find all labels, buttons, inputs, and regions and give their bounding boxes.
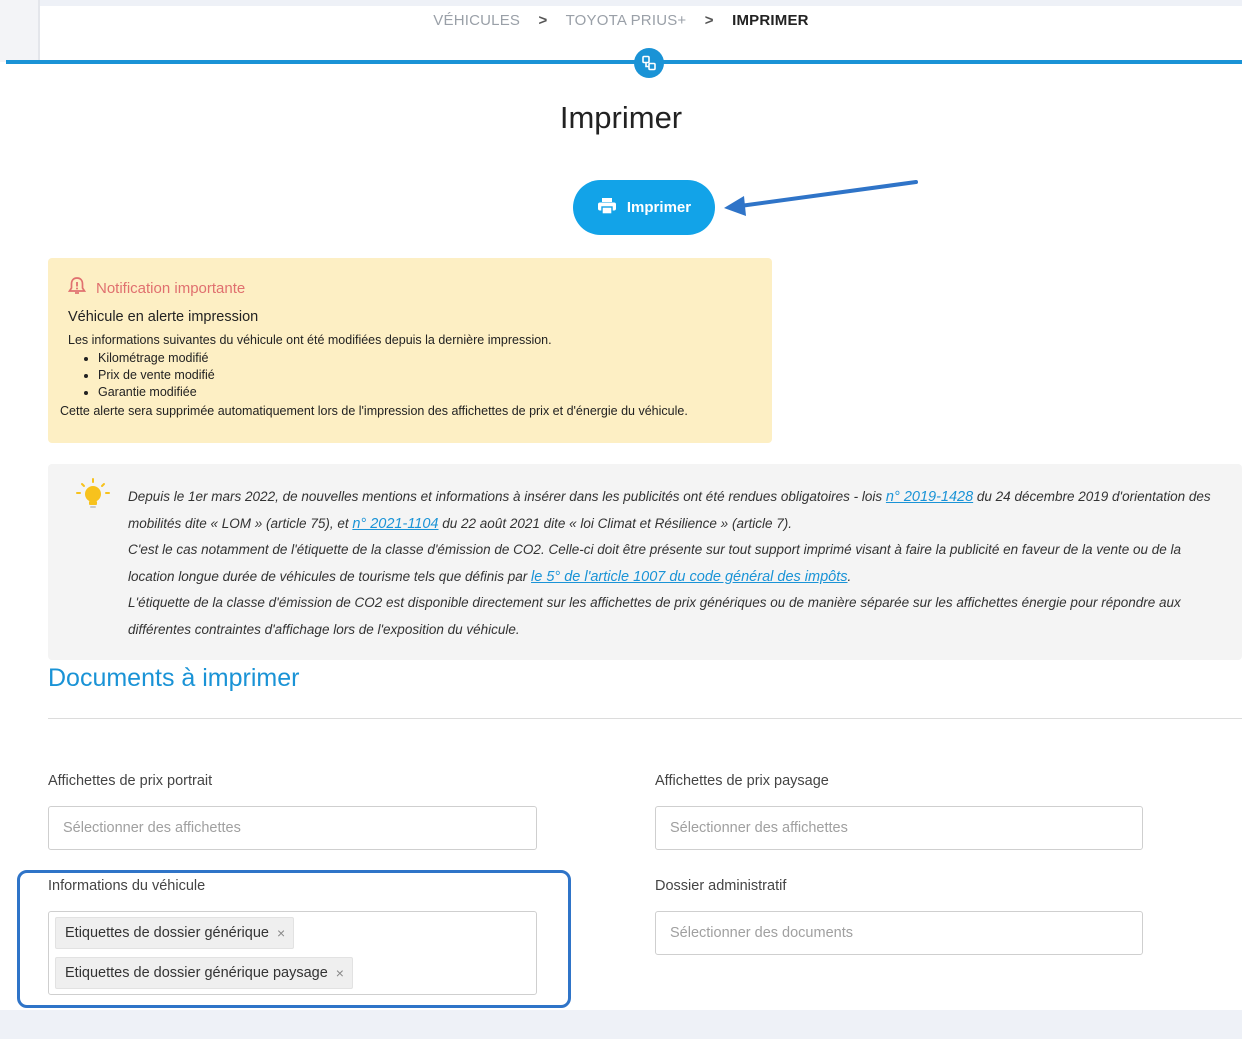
notification-subtitle: Véhicule en alerte impression: [68, 309, 259, 325]
important-notification: Notification importante Véhicule en aler…: [48, 258, 772, 443]
annotation-highlight-box: [17, 870, 571, 1008]
document-step-icon: [634, 48, 664, 78]
list-item: Garantie modifiée: [98, 385, 772, 399]
paysage-select[interactable]: Sélectionner des affichettes: [655, 806, 1143, 850]
notification-footer: Cette alerte sera supprimée automatiquem…: [60, 404, 688, 418]
notification-intro: Les informations suivantes du véhicule o…: [68, 333, 552, 347]
admin-file-label: Dossier administratif: [655, 878, 787, 894]
breadcrumb-separator: >: [538, 12, 548, 29]
printer-icon: [597, 197, 617, 219]
notification-title: Notification importante: [96, 279, 246, 297]
law-link-2019-1428[interactable]: n° 2019-1428: [886, 489, 973, 505]
breadcrumb: VÉHICULES > TOYOTA PRIUS+ > IMPRIMER: [0, 12, 1242, 29]
page: VÉHICULES > TOYOTA PRIUS+ > IMPRIMER Imp…: [0, 0, 1242, 1010]
admin-file-select[interactable]: Sélectionner des documents: [655, 911, 1143, 955]
notification-list: Kilométrage modifié Prix de vente modifi…: [68, 351, 772, 399]
list-item: Prix de vente modifié: [98, 368, 772, 382]
breadcrumb-vehicules[interactable]: VÉHICULES: [433, 12, 520, 29]
progress-line: [6, 60, 1242, 64]
list-item: Kilométrage modifié: [98, 351, 772, 365]
bell-alert-icon: [67, 276, 87, 300]
paysage-label: Affichettes de prix paysage: [655, 773, 829, 789]
divider: [48, 718, 1242, 719]
lightbulb-icon: [76, 478, 110, 522]
portrait-label: Affichettes de prix portrait: [48, 773, 213, 789]
documents-heading: Documents à imprimer: [48, 664, 300, 692]
page-title: Imprimer: [559, 100, 683, 135]
info-paragraph-3: L'étiquette de la classe d'émission de C…: [128, 595, 1181, 637]
left-sidebar-strip: [0, 0, 40, 62]
print-button[interactable]: Imprimer: [573, 180, 715, 235]
breadcrumb-separator: >: [704, 12, 714, 29]
annotation-arrow-icon: [724, 180, 918, 216]
print-button-label: Imprimer: [626, 199, 692, 216]
portrait-select[interactable]: Sélectionner des affichettes: [48, 806, 537, 850]
info-paragraph-2: C'est le cas notamment de l'étiquette de…: [128, 542, 1182, 585]
breadcrumb-current: IMPRIMER: [732, 12, 809, 29]
tax-code-link[interactable]: le 5° de l'article 1007 du code général …: [531, 569, 848, 585]
breadcrumb-vehicle[interactable]: TOYOTA PRIUS+: [566, 12, 687, 29]
law-link-2021-1104[interactable]: n° 2021-1104: [352, 516, 438, 532]
top-bar: VÉHICULES > TOYOTA PRIUS+ > IMPRIMER: [0, 0, 1242, 62]
info-paragraph-1: Depuis le 1er mars 2022, de nouvelles me…: [128, 489, 1211, 532]
legal-info-box: Depuis le 1er mars 2022, de nouvelles me…: [48, 464, 1242, 660]
